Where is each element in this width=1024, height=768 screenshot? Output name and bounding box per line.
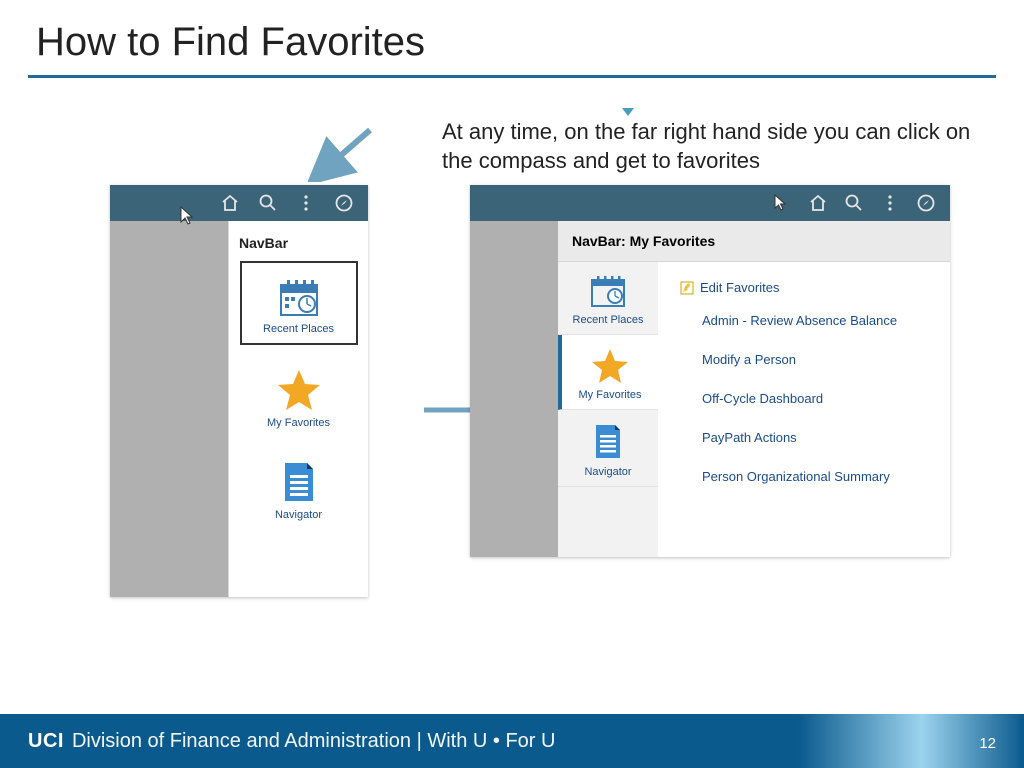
footer-text: Division of Finance and Administration |… xyxy=(72,730,556,753)
document-icon xyxy=(591,422,625,460)
favorite-link[interactable]: Off-Cycle Dashboard xyxy=(702,391,940,406)
favorites-header: NavBar: My Favorites xyxy=(558,221,950,262)
compass-icon[interactable] xyxy=(334,193,354,213)
nav-item-label: Recent Places xyxy=(573,314,644,326)
favorite-link[interactable]: Person Organizational Summary xyxy=(702,469,940,484)
nav-item-my-favorites[interactable]: My Favorites xyxy=(558,335,658,410)
nav-item-label: Navigator xyxy=(584,466,631,478)
favorite-link[interactable]: PayPath Actions xyxy=(702,430,940,445)
edit-favorites-label: Edit Favorites xyxy=(700,280,779,295)
nav-item-my-favorites[interactable]: My Favorites xyxy=(240,353,358,437)
caption-marker-icon xyxy=(622,108,634,116)
cursor-icon xyxy=(178,205,198,227)
star-icon xyxy=(275,367,323,411)
navbar-panel: NavBar Recent Places My Favorites Navi xyxy=(228,221,368,597)
nav-item-label: My Favorites xyxy=(267,417,330,429)
document-icon xyxy=(279,459,319,503)
page-number: 12 xyxy=(979,735,996,752)
screenshot-navbar: NavBar Recent Places My Favorites Navi xyxy=(110,185,368,597)
favorites-list: Edit Favorites Admin - Review Absence Ba… xyxy=(658,262,950,557)
screenshot-favorites: NavBar: My Favorites Recent Places My Fa… xyxy=(470,185,950,557)
menu-kebab-icon[interactable] xyxy=(296,193,316,213)
app-toolbar xyxy=(470,185,950,221)
nav-item-label: Recent Places xyxy=(263,323,334,335)
calendar-clock-icon xyxy=(589,274,627,308)
favorites-body: NavBar: My Favorites Recent Places My Fa… xyxy=(558,221,950,557)
search-icon[interactable] xyxy=(844,193,864,213)
nav-item-label: My Favorites xyxy=(579,389,642,401)
slide-title: How to Find Favorites xyxy=(0,0,1024,75)
favorite-link[interactable]: Admin - Review Absence Balance xyxy=(702,313,940,328)
compass-icon[interactable] xyxy=(916,193,936,213)
nav-item-recent-places[interactable]: Recent Places xyxy=(240,261,358,345)
title-rule xyxy=(28,75,996,78)
nav-item-navigator[interactable]: Navigator xyxy=(240,445,358,529)
caption-text: At any time, on the far right hand side … xyxy=(442,118,982,175)
favorites-side-nav: Recent Places My Favorites Navigator xyxy=(558,262,658,557)
search-icon[interactable] xyxy=(258,193,278,213)
pencil-icon xyxy=(680,281,694,295)
edit-favorites-link[interactable]: Edit Favorites xyxy=(680,280,940,295)
arrow-icon xyxy=(308,122,378,182)
calendar-clock-icon xyxy=(277,277,321,317)
menu-kebab-icon[interactable] xyxy=(880,193,900,213)
nav-item-recent-places[interactable]: Recent Places xyxy=(558,262,658,335)
slide-footer: UCI Division of Finance and Administrati… xyxy=(0,714,1024,768)
navbar-title: NavBar xyxy=(229,221,368,261)
home-icon[interactable] xyxy=(808,193,828,213)
nav-item-label: Navigator xyxy=(275,509,322,521)
footer-brand: UCI xyxy=(28,730,64,753)
nav-item-navigator[interactable]: Navigator xyxy=(558,410,658,487)
home-icon[interactable] xyxy=(220,193,240,213)
star-icon xyxy=(590,347,630,383)
app-toolbar xyxy=(110,185,368,221)
favorite-link[interactable]: Modify a Person xyxy=(702,352,940,367)
cursor-icon xyxy=(772,193,790,213)
